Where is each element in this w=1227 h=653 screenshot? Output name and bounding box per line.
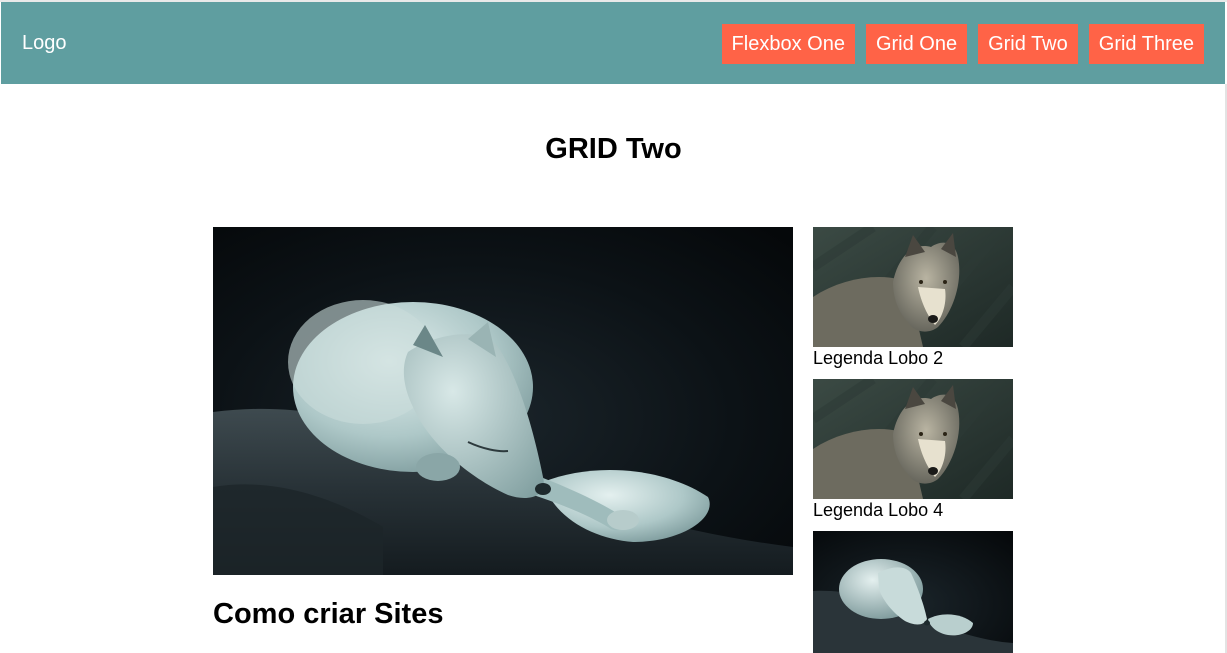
main-wolf-image	[213, 227, 793, 575]
logo[interactable]: Logo	[22, 32, 67, 54]
nav-grid-two-button[interactable]: Grid Two	[978, 24, 1078, 64]
main-nav: Flexbox One Grid One Grid Two Grid Three	[721, 24, 1204, 64]
caption-wolf-4: Legenda Lobo 4	[813, 500, 944, 520]
main-article-heading: Como criar Sites	[213, 598, 444, 630]
wolf-thumbnail-2	[813, 227, 1013, 347]
page-title: GRID Two	[545, 133, 682, 165]
nav-flexbox-one-button[interactable]: Flexbox One	[721, 24, 855, 64]
caption-wolf-2: Legenda Lobo 2	[813, 348, 944, 368]
nav-grid-one-button[interactable]: Grid One	[865, 24, 968, 64]
wolf-thumbnail-sleeping	[813, 531, 1013, 653]
site-header: Logo Flexbox One Grid One Grid Two Grid …	[1, 2, 1225, 84]
wolf-thumbnail-4	[813, 379, 1013, 499]
nav-grid-three-button[interactable]: Grid Three	[1088, 24, 1204, 64]
page: Logo Flexbox One Grid One Grid Two Grid …	[0, 0, 1227, 653]
